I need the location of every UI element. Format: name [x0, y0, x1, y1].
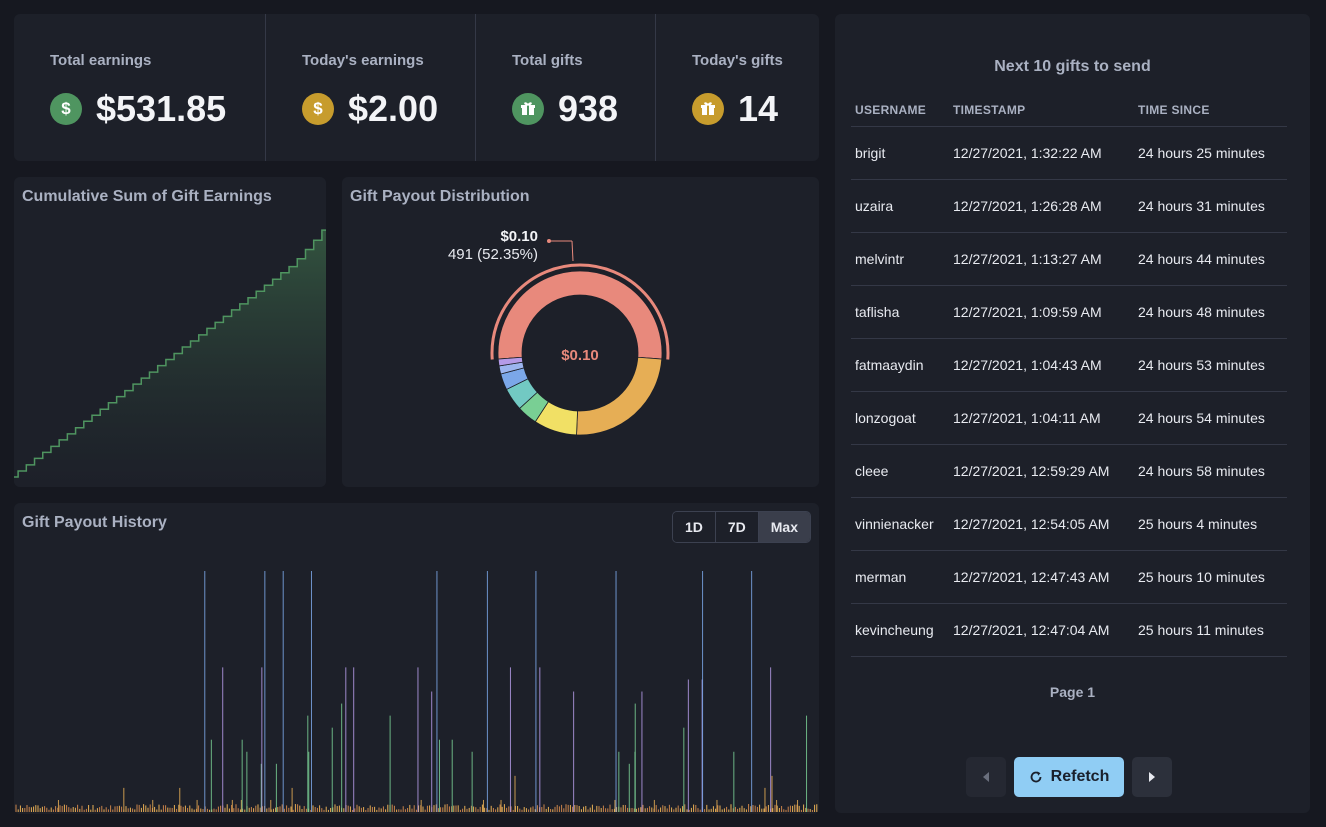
cell-time-since: 25 hours 11 minutes: [1134, 603, 1287, 657]
range-7d-button[interactable]: 7D: [715, 512, 759, 542]
table-row: brigit 12/27/2021, 1:32:22 AM 24 hours 25 …: [851, 126, 1287, 180]
next-page-button[interactable]: [1132, 757, 1172, 797]
gift-queue-table: USERNAME TIMESTAMP TIME SINCE brigit 12/2…: [851, 94, 1287, 657]
dollar-icon: $: [302, 93, 334, 125]
column-header-time-since: TIME SINCE: [1134, 94, 1287, 127]
cell-timestamp: 12/27/2021, 12:54:05 AM: [949, 497, 1134, 551]
gift-icon: [692, 93, 724, 125]
column-header-username: USERNAME: [851, 94, 949, 127]
stat-label: Today's earnings: [302, 52, 424, 69]
stats-card: Total earnings $ $531.85 Today's earning…: [14, 14, 819, 161]
chevron-right-icon: [1149, 772, 1155, 782]
cell-time-since: 24 hours 53 minutes: [1134, 338, 1287, 392]
cell-time-since: 24 hours 48 minutes: [1134, 285, 1287, 339]
refresh-icon: [1030, 771, 1042, 783]
cell-time-since: 24 hours 25 minutes: [1134, 126, 1287, 180]
table-row: vinnienacker 12/27/2021, 12:54:05 AM 25 ho…: [851, 497, 1287, 551]
stat-todays-gifts: Today's gifts 14: [656, 14, 819, 161]
stat-label: Total earnings: [50, 52, 152, 69]
distribution-chart-card: $0.10 $0.10 491 (52.35%) Gift Payout Dis…: [342, 177, 819, 487]
range-1d-button[interactable]: 1D: [672, 512, 716, 542]
refetch-label: Refetch: [1050, 768, 1110, 785]
stat-label: Total gifts: [512, 52, 583, 69]
cell-time-since: 24 hours 58 minutes: [1134, 444, 1287, 498]
tooltip-leader-line: [571, 240, 574, 262]
distribution-chart: $0.10 $0.10 491 (52.35%): [448, 228, 670, 436]
cell-time-since: 25 hours 4 minutes: [1134, 497, 1287, 551]
cell-username: taflisha: [851, 285, 949, 339]
range-selector: 1D 7D Max: [671, 511, 811, 543]
tooltip-value: $0.10: [500, 228, 538, 245]
cell-time-since: 25 hours 10 minutes: [1134, 550, 1287, 604]
table-row: fatmaaydin 12/27/2021, 1:04:43 AM 24 hours…: [851, 338, 1287, 392]
cell-timestamp: 12/27/2021, 1:26:28 AM: [949, 179, 1134, 233]
cell-time-since: 24 hours 54 minutes: [1134, 391, 1287, 445]
cell-username: cleee: [851, 444, 949, 498]
tooltip-leader-dot: [547, 239, 551, 243]
stat-total-earnings: Total earnings $ $531.85: [14, 14, 266, 161]
cell-username: uzaira: [851, 179, 949, 233]
cell-username: kevincheung: [851, 603, 949, 657]
stat-value: $531.85: [96, 88, 227, 129]
table-row: lonzogoat 12/27/2021, 1:04:11 AM 24 hours …: [851, 391, 1287, 445]
stat-value: 938: [558, 88, 619, 129]
table-row: cleee 12/27/2021, 12:59:29 AM 24 hours 58 …: [851, 444, 1287, 498]
stat-value: 14: [738, 88, 779, 129]
cell-timestamp: 12/27/2021, 12:59:29 AM: [949, 444, 1134, 498]
cell-timestamp: 12/27/2021, 12:47:04 AM: [949, 603, 1134, 657]
donut-slice: [497, 270, 663, 360]
table-row: uzaira 12/27/2021, 1:26:28 AM 24 hours 31 …: [851, 179, 1287, 233]
cell-time-since: 24 hours 31 minutes: [1134, 179, 1287, 233]
gift-queue-card: Next 10 gifts to send USERNAME TIMESTAMP…: [835, 14, 1310, 813]
cell-timestamp: 12/27/2021, 1:04:11 AM: [949, 391, 1134, 445]
stat-todays-earnings: Today's earnings $ $2.00: [266, 14, 476, 161]
queue-title: Next 10 gifts to send: [994, 58, 1151, 75]
chart-title: Cumulative Sum of Gift Earnings: [22, 188, 272, 205]
donut-slice: [576, 356, 663, 436]
cell-username: melvintr: [851, 232, 949, 286]
cell-username: fatmaaydin: [851, 338, 949, 392]
page-indicator: Page 1: [1049, 684, 1096, 700]
column-header-timestamp: TIMESTAMP: [949, 94, 1134, 127]
cell-username: lonzogoat: [851, 391, 949, 445]
stat-total-gifts: Total gifts 938: [476, 14, 656, 161]
cell-username: merman: [851, 550, 949, 604]
stat-value: $2.00: [348, 88, 439, 129]
cumulative-chart-card: Cumulative Sum of Gift Earnings: [14, 177, 326, 487]
chart-title: Gift Payout Distribution: [350, 188, 530, 205]
cell-timestamp: 12/27/2021, 1:09:59 AM: [949, 285, 1134, 339]
cell-username: brigit: [851, 126, 949, 180]
refetch-button[interactable]: Refetch: [1014, 757, 1124, 797]
table-row: taflisha 12/27/2021, 1:09:59 AM 24 hours 4…: [851, 285, 1287, 339]
chevron-left-icon: [983, 772, 989, 782]
table-row: merman 12/27/2021, 12:47:43 AM 25 hours 10…: [851, 550, 1287, 604]
tooltip-detail: 491 (52.35%): [448, 246, 538, 263]
history-chart: [15, 571, 818, 812]
dollar-icon: $: [50, 93, 82, 125]
table-row: melvintr 12/27/2021, 1:13:27 AM 24 hours 4…: [851, 232, 1287, 286]
cell-timestamp: 12/27/2021, 1:13:27 AM: [949, 232, 1134, 286]
cell-timestamp: 12/27/2021, 12:47:43 AM: [949, 550, 1134, 604]
table-header-row: USERNAME TIMESTAMP TIME SINCE: [851, 94, 1287, 127]
cell-username: vinnienacker: [851, 497, 949, 551]
cell-timestamp: 12/27/2021, 1:04:43 AM: [949, 338, 1134, 392]
range-max-button[interactable]: Max: [758, 512, 810, 542]
cell-timestamp: 12/27/2021, 1:32:22 AM: [949, 126, 1134, 180]
history-chart-card: Gift Payout History 1D 7D Max: [14, 503, 819, 814]
table-row: kevincheung 12/27/2021, 12:47:04 AM 25 hou…: [851, 603, 1287, 657]
stat-label: Today's gifts: [692, 52, 783, 69]
donut-center-label: $0.10: [561, 347, 599, 364]
cumulative-area: [14, 230, 326, 487]
cumulative-chart: [14, 229, 326, 487]
prev-page-button[interactable]: [966, 757, 1006, 797]
gift-icon: [512, 93, 544, 125]
chart-title: Gift Payout History: [22, 514, 167, 531]
cell-time-since: 24 hours 44 minutes: [1134, 232, 1287, 286]
